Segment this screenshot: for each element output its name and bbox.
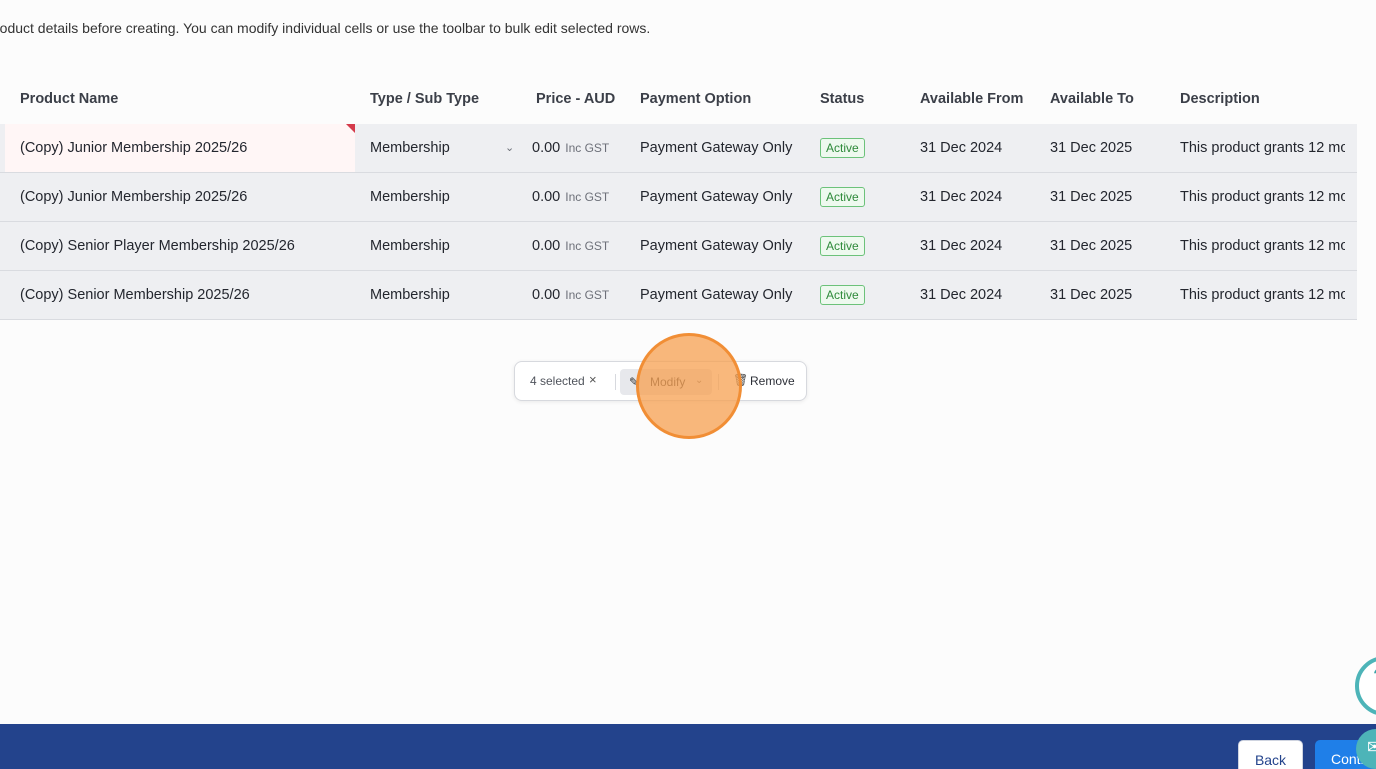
description-cell[interactable]: This product grants 12 mo xyxy=(1180,222,1345,270)
column-header-available-from[interactable]: Available From xyxy=(920,74,1040,124)
available-to-cell[interactable]: 31 Dec 2025 xyxy=(1050,124,1170,172)
price-value: 0.00 xyxy=(532,189,561,205)
price-suffix: Inc GST xyxy=(565,190,610,204)
price-suffix: Inc GST xyxy=(565,141,610,155)
page-description: roduct details before creating. You can … xyxy=(0,20,651,36)
price-suffix: Inc GST xyxy=(565,288,610,302)
price-cell[interactable]: 0.00 Inc GST xyxy=(532,222,632,270)
status-badge: Active xyxy=(820,236,865,256)
payment-cell[interactable]: Payment Gateway Only xyxy=(640,173,815,221)
table-header: Product Name Type / Sub Type Price - AUD… xyxy=(0,74,1357,124)
chevron-down-icon: ⌄ xyxy=(695,375,704,386)
available-from-cell[interactable]: 31 Dec 2024 xyxy=(920,124,1040,172)
payment-cell[interactable]: Payment Gateway Only xyxy=(640,222,815,270)
price-value: 0.00 xyxy=(532,287,561,303)
price-cell[interactable]: 0.00 Inc GST xyxy=(532,271,632,319)
close-icon[interactable]: × xyxy=(589,372,597,387)
status-badge: Active xyxy=(820,187,865,207)
trash-icon[interactable]: 🗑 xyxy=(733,373,748,387)
toolbar-divider xyxy=(615,374,616,390)
column-header-available-to[interactable]: Available To xyxy=(1050,74,1170,124)
bulk-edit-toolbar: 4 selected × ✎ Modify ⌄ 🗑 Remove xyxy=(514,361,807,401)
payment-cell[interactable]: Payment Gateway Only xyxy=(640,124,815,172)
price-value: 0.00 xyxy=(532,238,561,254)
description-cell[interactable]: This product grants 12 mo xyxy=(1180,124,1345,172)
status-cell[interactable]: Active xyxy=(820,222,910,270)
price-value: 0.00 xyxy=(532,140,561,156)
type-cell[interactable]: Membership xyxy=(370,271,520,319)
pencil-icon: ✎ xyxy=(629,375,640,389)
status-cell[interactable]: Active xyxy=(820,271,910,319)
table-row[interactable]: (Copy) Senior Membership 2025/26 Members… xyxy=(0,271,1357,320)
column-header-product-name[interactable]: Product Name xyxy=(20,74,350,124)
description-cell[interactable]: This product grants 12 mo xyxy=(1180,173,1345,221)
table-row[interactable]: (Copy) Senior Player Membership 2025/26 … xyxy=(0,222,1357,271)
product-name-cell[interactable]: (Copy) Senior Membership 2025/26 xyxy=(20,271,350,319)
chevron-down-icon[interactable]: ⌄ xyxy=(505,141,517,154)
price-cell[interactable]: 0.00 Inc GST xyxy=(532,124,632,172)
payment-cell[interactable]: Payment Gateway Only xyxy=(640,271,815,319)
type-cell[interactable]: Membership xyxy=(370,173,520,221)
modify-label: Modify xyxy=(650,375,686,389)
available-from-cell[interactable]: 31 Dec 2024 xyxy=(920,173,1040,221)
type-cell[interactable]: Membership xyxy=(370,222,520,270)
available-to-cell[interactable]: 31 Dec 2025 xyxy=(1050,271,1170,319)
toolbar-divider xyxy=(718,374,719,390)
available-from-cell[interactable]: 31 Dec 2024 xyxy=(920,222,1040,270)
product-name-cell[interactable]: (Copy) Junior Membership 2025/26 xyxy=(20,173,350,221)
status-badge: Active xyxy=(820,138,865,158)
table-row[interactable]: (Copy) Junior Membership 2025/26 Members… xyxy=(0,173,1357,222)
column-header-price[interactable]: Price - AUD xyxy=(536,74,636,124)
help-button[interactable]: ? xyxy=(1355,656,1376,716)
back-button[interactable]: Back xyxy=(1238,740,1303,769)
selection-count: 4 selected xyxy=(530,374,585,388)
available-to-cell[interactable]: 31 Dec 2025 xyxy=(1050,173,1170,221)
product-name-cell[interactable]: (Copy) Junior Membership 2025/26 xyxy=(20,124,350,172)
description-cell[interactable]: This product grants 12 mo xyxy=(1180,271,1345,319)
chat-icon: ✉ xyxy=(1367,737,1376,757)
available-from-cell[interactable]: 31 Dec 2024 xyxy=(920,271,1040,319)
type-cell[interactable]: Membership xyxy=(370,124,520,172)
column-header-type[interactable]: Type / Sub Type xyxy=(370,74,520,124)
modify-button[interactable]: ✎ Modify ⌄ xyxy=(620,369,712,395)
products-table: Product Name Type / Sub Type Price - AUD… xyxy=(0,74,1357,320)
status-cell[interactable]: Active xyxy=(820,124,910,172)
column-header-description[interactable]: Description xyxy=(1180,74,1345,124)
status-cell[interactable]: Active xyxy=(820,173,910,221)
product-name-cell[interactable]: (Copy) Senior Player Membership 2025/26 xyxy=(20,222,350,270)
footer-bar: Back Conti ✉ xyxy=(0,724,1376,769)
price-suffix: Inc GST xyxy=(565,239,610,253)
column-header-payment[interactable]: Payment Option xyxy=(640,74,815,124)
available-to-cell[interactable]: 31 Dec 2025 xyxy=(1050,222,1170,270)
remove-button[interactable]: Remove xyxy=(750,374,795,388)
status-badge: Active xyxy=(820,285,865,305)
table-row[interactable]: (Copy) Junior Membership 2025/26 Members… xyxy=(0,124,1357,173)
column-header-status[interactable]: Status xyxy=(820,74,910,124)
price-cell[interactable]: 0.00 Inc GST xyxy=(532,173,632,221)
